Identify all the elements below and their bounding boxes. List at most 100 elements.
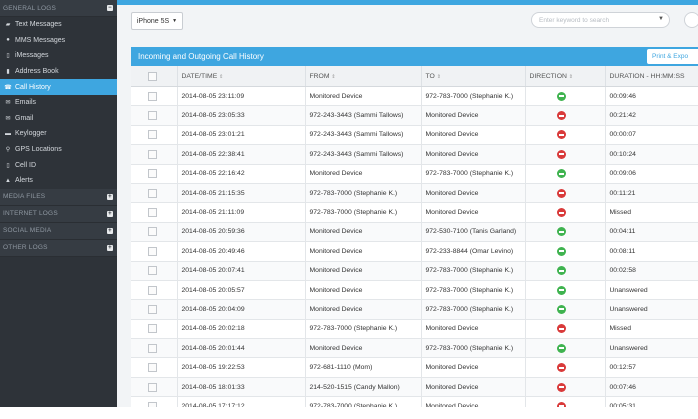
row-checkbox[interactable] [148,130,157,140]
table-row[interactable]: 2014-08-05 23:11:09 Monitored Device 972-7… [131,86,698,107]
sidebar-item-keylogger[interactable]: ▬ Keylogger [0,126,117,142]
row-select-cell[interactable] [131,105,178,126]
section-label: INTERNET LOGS [3,210,58,218]
cell-duration: Missed [605,319,698,340]
table-row[interactable]: 2014-08-05 19:22:53 972-681-1110 (Mom) Mon… [131,357,698,378]
row-checkbox[interactable] [148,246,157,256]
expand-icon[interactable]: + [107,210,113,217]
incoming-call-icon [556,382,566,392]
row-checkbox[interactable] [148,382,157,392]
cell-duration: 00:04:11 [605,222,698,243]
header-date[interactable]: DATE/TIME ⇕ [177,66,306,87]
table-row[interactable]: 2014-08-05 20:49:46 Monitored Device 972-2… [131,241,698,262]
row-checkbox[interactable] [148,304,157,314]
row-checkbox[interactable] [148,343,157,353]
cell-to: Monitored Device [421,144,526,165]
sidebar-item-gps-locations[interactable]: ⚲ GPS Locations [0,142,117,158]
section-other-logs[interactable]: OTHER LOGS + [0,239,117,257]
expand-icon[interactable]: + [107,227,113,234]
sort-icon: ⇕ [568,73,573,80]
row-select-cell[interactable] [131,319,178,340]
imessage-icon: ▯ [6,53,10,60]
sort-icon: ⇕ [331,73,336,80]
collapse-icon[interactable]: − [107,5,113,11]
row-select-cell[interactable] [131,183,178,204]
outgoing-call-icon [556,266,566,276]
row-select-cell[interactable] [131,357,178,378]
print-export-button[interactable]: Print & Expo [647,49,698,64]
table-row[interactable]: 2014-08-05 20:05:57 Monitored Device 972-7… [131,280,698,301]
header-direction[interactable]: DIRECTION ⇕ [525,66,606,87]
table-row[interactable]: 2014-08-05 23:01:21 972-243-3443 (Sammi T… [131,125,698,146]
header-duration[interactable]: DURATION - HH:MM:SS [605,66,698,87]
sidebar-item-label: iMessages [15,52,49,60]
row-select-cell[interactable] [131,222,178,243]
search-input[interactable]: Enter keyword to search ▼ [531,12,670,28]
sidebar-item-text-messages[interactable]: ▰ Text Messages [0,17,117,33]
row-select-cell[interactable] [131,241,178,262]
section-internet-logs[interactable]: INTERNET LOGS + [0,205,117,223]
row-checkbox[interactable] [148,91,157,101]
table-row[interactable]: 2014-08-05 22:38:41 972-243-3443 (Sammi T… [131,144,698,165]
sidebar-item-mms-messages[interactable]: ● MMS Messages [0,33,117,49]
alert-icon: ▲ [5,177,11,184]
sidebar-item-alerts[interactable]: ▲ Alerts [0,173,117,189]
row-select-cell[interactable] [131,144,178,165]
sidebar-item-call-history[interactable]: ☎ Call History [0,79,117,95]
row-checkbox[interactable] [148,169,157,179]
row-select-cell[interactable] [131,202,178,223]
table-row[interactable]: 2014-08-05 21:15:35 972-783-7000 (Stephan… [131,183,698,204]
table-row[interactable]: 2014-08-05 22:16:42 Monitored Device 972-7… [131,164,698,184]
row-checkbox[interactable] [148,324,157,334]
row-checkbox[interactable] [148,208,157,218]
row-checkbox[interactable] [148,149,157,159]
caret-down-icon[interactable]: ▼ [658,16,664,22]
row-select-cell[interactable] [131,377,178,398]
table-row[interactable]: 2014-08-05 18:01:33 214-520-1515 (Candy M… [131,377,698,398]
cell-duration: Unanswered [605,338,698,359]
table-row[interactable]: 2014-08-05 23:05:33 972-243-3443 (Sammi T… [131,105,698,126]
cell-direction [525,183,606,204]
table-row[interactable]: 2014-08-05 21:11:09 972-783-7000 (Stephan… [131,202,698,223]
sidebar-item-cell-id[interactable]: ▯ Cell ID [0,157,117,173]
cell-date: 2014-08-05 22:38:41 [177,144,306,165]
section-general-logs[interactable]: GENERAL LOGS − [0,0,117,17]
section-social-media[interactable]: SOCIAL MEDIA + [0,222,117,240]
select-all-header[interactable] [131,66,178,87]
header-from[interactable]: FROM ⇕ [305,66,422,87]
sidebar-item-gmail[interactable]: ✉ Gmail [0,111,117,127]
cell-duration: 00:08:11 [605,241,698,262]
table-row[interactable]: 2014-08-05 20:04:09 Monitored Device 972-7… [131,299,698,320]
row-select-cell[interactable] [131,125,178,146]
cell-from: Monitored Device [305,261,422,281]
row-checkbox[interactable] [148,188,157,198]
row-select-cell[interactable] [131,86,178,107]
cell-from: 972-243-3443 (Sammi Tallows) [305,125,422,146]
round-button[interactable] [684,12,698,28]
device-selector[interactable]: iPhone 5S ▼ [131,12,183,30]
expand-icon[interactable]: + [107,244,113,251]
row-select-cell[interactable] [131,338,178,359]
row-checkbox[interactable] [148,227,157,237]
expand-icon[interactable]: + [107,193,113,200]
header-to[interactable]: TO ⇕ [421,66,526,87]
row-checkbox[interactable] [148,266,157,276]
table-row[interactable]: 2014-08-05 20:07:41 Monitored Device 972-7… [131,261,698,281]
sidebar-item-imessages[interactable]: ▯ iMessages [0,48,117,64]
section-media-files[interactable]: MEDIA FILES + [0,188,117,206]
sidebar-item-address-book[interactable]: ▮ Address Book [0,64,117,80]
cell-direction [525,299,606,320]
row-checkbox[interactable] [148,111,157,121]
table-row[interactable]: 2014-08-05 20:01:44 Monitored Device 972-7… [131,338,698,359]
row-select-cell[interactable] [131,164,178,184]
row-select-cell[interactable] [131,261,178,281]
select-all-checkbox[interactable] [148,71,157,81]
sidebar-item-emails[interactable]: ✉ Emails [0,95,117,111]
outgoing-call-icon [556,343,566,353]
row-select-cell[interactable] [131,299,178,320]
table-row[interactable]: 2014-08-05 20:02:18 972-783-7000 (Stephan… [131,319,698,340]
row-checkbox[interactable] [148,285,157,295]
table-row[interactable]: 2014-08-05 20:59:36 Monitored Device 972-5… [131,222,698,243]
row-checkbox[interactable] [148,363,157,373]
row-select-cell[interactable] [131,280,178,301]
